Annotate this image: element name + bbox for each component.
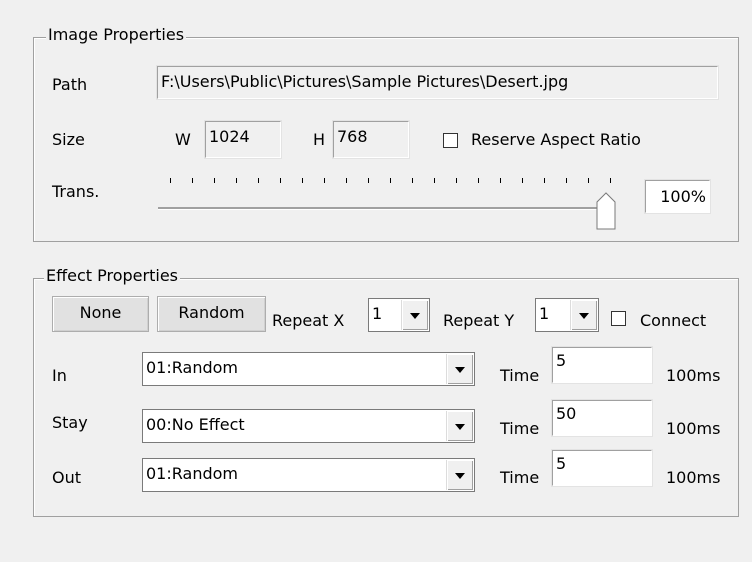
slider-tick [500, 178, 501, 183]
height-label: H [313, 130, 326, 149]
slider-tick [346, 178, 347, 183]
repeat-x-value: 1 [372, 304, 383, 323]
slider-tick [324, 178, 325, 183]
repeat-x-select[interactable]: 1 [368, 298, 430, 332]
in-label: In [52, 366, 67, 385]
chevron-down-icon[interactable] [446, 411, 473, 441]
repeat-y-select[interactable]: 1 [535, 298, 599, 332]
slider-tick [192, 178, 193, 183]
in-time-field[interactable]: 5 [551, 346, 653, 384]
in-unit-label: 100ms [666, 366, 721, 385]
out-unit-label: 100ms [666, 468, 721, 487]
size-label: Size [52, 130, 85, 149]
slider-tick [368, 178, 369, 183]
slider-tick [258, 178, 259, 183]
slider-tick [390, 178, 391, 183]
connect-checkbox[interactable] [611, 311, 626, 326]
chevron-down-icon[interactable] [570, 300, 597, 330]
slider-tick [544, 178, 545, 183]
stay-time-label: Time [500, 419, 540, 438]
out-time-label: Time [500, 468, 540, 487]
width-label: W [175, 130, 191, 149]
slider-tick [588, 178, 589, 183]
slider-tick [478, 178, 479, 183]
stay-unit-label: 100ms [666, 419, 721, 438]
slider-tick [214, 178, 215, 183]
out-effect-value: 01:Random [146, 464, 238, 483]
height-field[interactable]: 768 [332, 120, 410, 159]
out-effect-select[interactable]: 01:Random [142, 458, 475, 492]
in-effect-select[interactable]: 01:Random [142, 352, 475, 386]
slider-tick [412, 178, 413, 183]
reserve-aspect-checkbox[interactable] [443, 133, 458, 148]
repeat-y-value: 1 [539, 304, 550, 323]
chevron-down-icon[interactable] [446, 460, 473, 490]
effect-properties-title: Effect Properties [44, 266, 180, 285]
out-label: Out [52, 468, 82, 487]
slider-tick [236, 178, 237, 183]
slider-thumb[interactable] [596, 192, 616, 230]
random-button[interactable]: Random [157, 296, 266, 332]
repeat-x-label: Repeat X [272, 311, 345, 330]
slider-tick [280, 178, 281, 183]
trans-label: Trans. [52, 182, 100, 201]
stay-time-field[interactable]: 50 [551, 399, 653, 437]
in-time-label: Time [500, 366, 540, 385]
image-properties-title: Image Properties [46, 25, 187, 44]
chevron-down-icon[interactable] [446, 354, 473, 384]
slider-tick [170, 178, 171, 183]
slider-tick [456, 178, 457, 183]
slider-tick [302, 178, 303, 183]
reserve-aspect-label[interactable]: Reserve Aspect Ratio [471, 131, 641, 149]
slider-ticks [170, 178, 611, 184]
slider-tick [522, 178, 523, 183]
slider-track [158, 207, 608, 210]
in-effect-value: 01:Random [146, 358, 238, 377]
stay-effect-select[interactable]: 00:No Effect [142, 409, 475, 443]
path-field[interactable]: F:\Users\Public\Pictures\Sample Pictures… [156, 65, 719, 100]
path-label: Path [52, 75, 88, 94]
width-field[interactable]: 1024 [204, 120, 282, 159]
slider-tick [566, 178, 567, 183]
none-button[interactable]: None [52, 296, 149, 332]
stay-label: Stay [52, 413, 88, 432]
repeat-y-label: Repeat Y [443, 311, 515, 330]
out-time-field[interactable]: 5 [551, 449, 653, 487]
slider-tick [610, 178, 611, 183]
slider-tick [434, 178, 435, 183]
stay-effect-value: 00:No Effect [146, 415, 245, 434]
trans-value-field[interactable]: 100% [644, 179, 711, 214]
transparency-slider[interactable] [158, 178, 628, 230]
chevron-down-icon[interactable] [401, 300, 428, 330]
connect-label[interactable]: Connect [640, 312, 706, 330]
